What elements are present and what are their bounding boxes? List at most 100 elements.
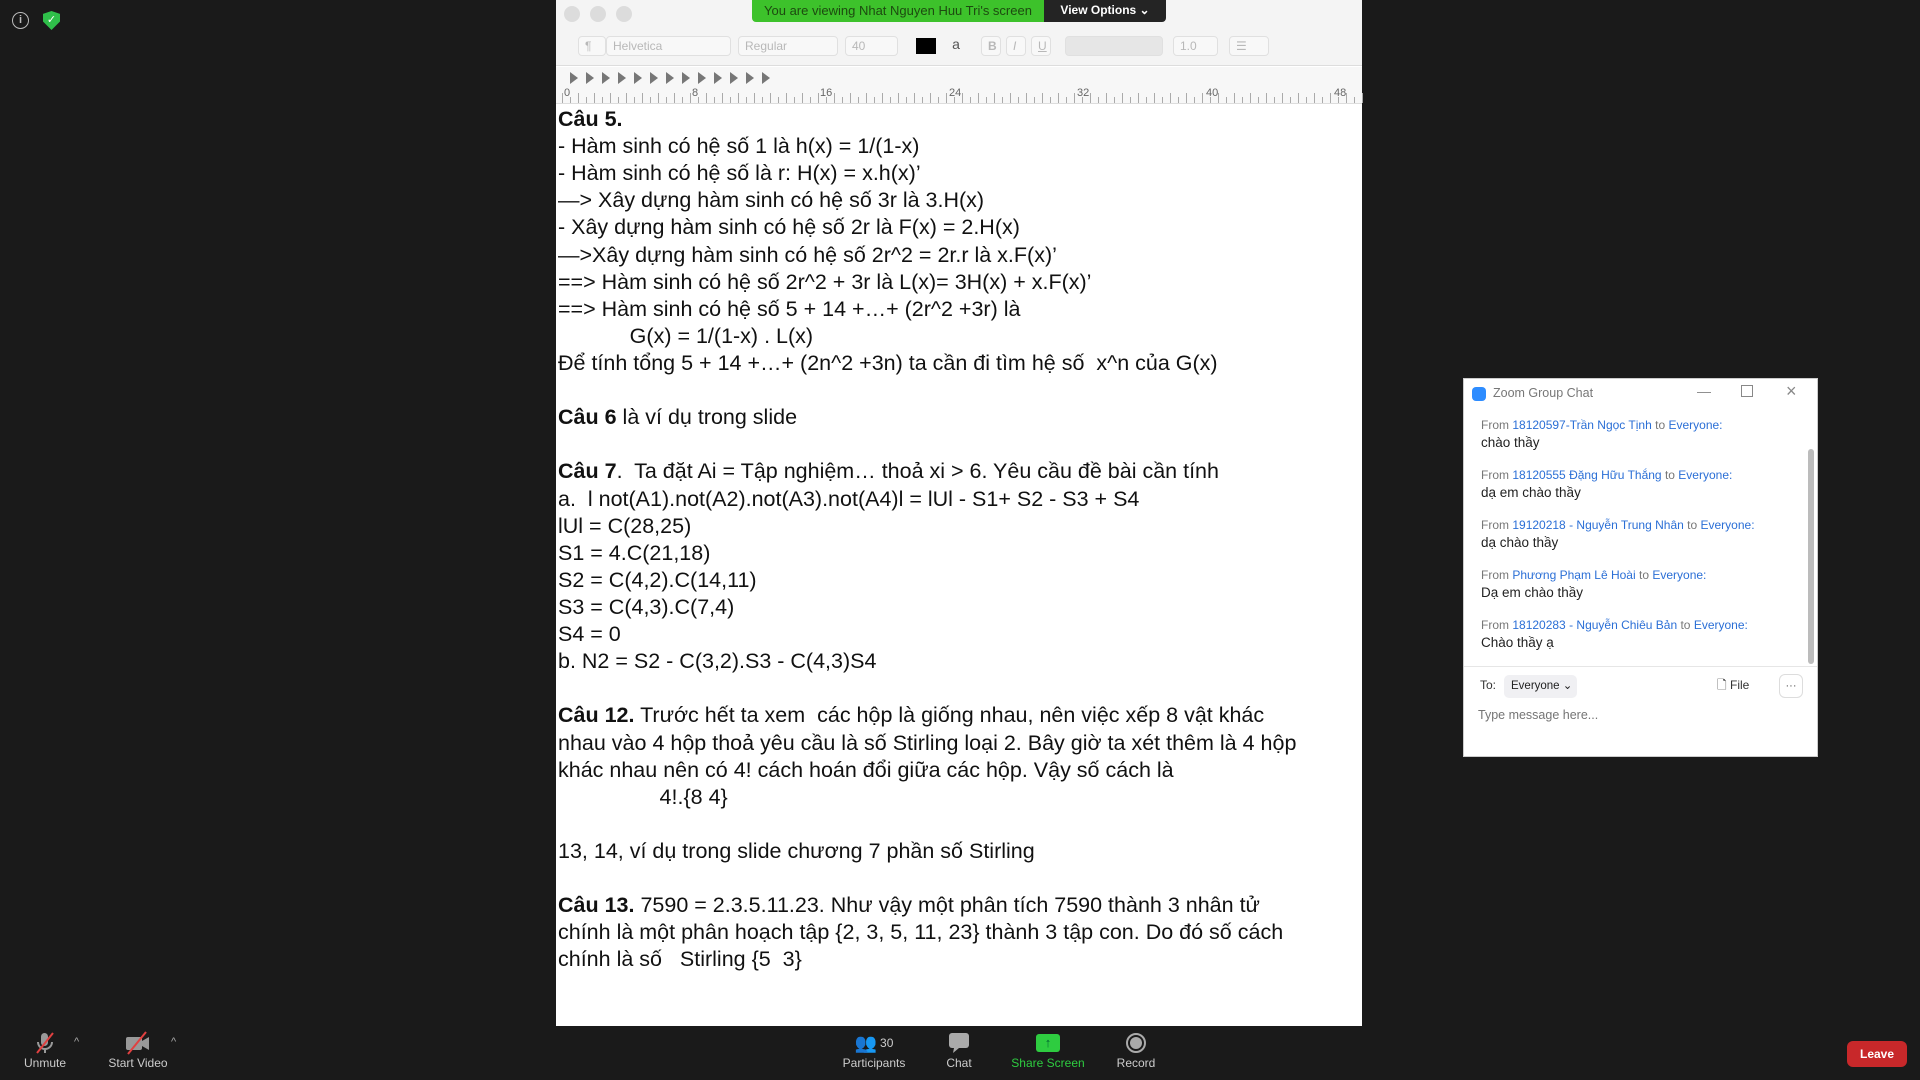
chat-label: Chat [946,1056,972,1070]
ruler-tick [1274,97,1275,103]
bold-button[interactable]: B [981,36,1001,56]
ruler-label: 24 [949,87,962,99]
text-color-swatch[interactable] [916,38,936,54]
record-label: Record [1116,1056,1156,1070]
question-heading: Câu 13. [558,893,635,918]
tab-stop-marker[interactable] [762,72,770,84]
list-style-select[interactable]: ☰ [1229,36,1269,56]
divider [1464,666,1817,667]
zoom-logo-icon [1472,387,1486,401]
sender-name[interactable]: Phương Phạm Lê Hoài [1512,568,1635,582]
document-line: S3 = C(4,3).C(7,4) [558,594,1358,621]
ruler-tick [850,93,851,103]
chat-title-bar[interactable]: Zoom Group Chat — × [1464,379,1817,409]
ruler[interactable]: 0 8 16 24 32 40 48 [556,67,1363,104]
chat-scrollbar[interactable] [1808,449,1814,664]
paragraph-style-select[interactable]: ¶ [578,36,606,56]
sender-name[interactable]: 19120218 - Nguyễn Trung Nhân [1512,518,1683,532]
document-line: - Hàm sinh có hệ số 1 là h(x) = 1/(1-x) [558,133,1358,160]
participants-label: Participants [842,1056,906,1070]
window-close-button[interactable] [564,6,580,22]
message-target[interactable]: Everyone: [1701,518,1755,532]
ruler-tick [1162,97,1163,103]
ruler-tick [802,93,803,103]
font-style-select[interactable]: Regular [738,36,838,56]
line-text: . Ta đặt Ai = Tập nghiệm… thoả xi > 6. Y… [616,459,1219,484]
message-target[interactable]: Everyone: [1652,568,1706,582]
recipient-select[interactable]: Everyone ⌄ [1504,675,1577,698]
tab-stop-marker[interactable] [570,72,578,84]
font-size-select[interactable]: 40 [845,36,898,56]
record-button[interactable]: Record [1096,1030,1176,1070]
ruler-tick [690,93,691,103]
ruler-tick [1290,97,1291,103]
window-minimize-button[interactable] [590,6,606,22]
participant-count: 30 [880,1036,894,1050]
to-label: To: [1480,678,1497,692]
view-options-label: View Options [1060,3,1137,17]
tab-stop-marker[interactable] [746,72,754,84]
window-zoom-button[interactable] [616,6,632,22]
tab-stop-marker[interactable] [650,72,658,84]
chat-message: From 18120597-Trần Ngọc Tịnh to Everyone… [1481,418,1791,450]
tab-stop-marker[interactable] [698,72,706,84]
line-spacing-select[interactable]: 1.0 [1173,36,1218,56]
ruler-tick [986,97,987,103]
leave-button[interactable]: Leave [1847,1041,1907,1067]
alignment-buttons[interactable] [1065,36,1163,56]
message-target[interactable]: Everyone: [1694,618,1748,632]
audio-options-chevron-icon[interactable]: ^ [74,1036,79,1048]
more-options-button[interactable]: ··· [1779,674,1803,698]
message-text: dạ chào thầy [1481,535,1559,550]
highlight-color-icon[interactable]: a [946,36,966,56]
share-screen-button[interactable]: ↑ Share Screen [1008,1030,1088,1070]
video-options-chevron-icon[interactable]: ^ [171,1036,176,1048]
ruler-tick [818,93,819,103]
unmute-button[interactable]: Unmute [5,1030,85,1070]
start-video-button[interactable]: Start Video [98,1030,178,1070]
meeting-info-icon[interactable]: i [12,12,29,29]
ruler-tick [738,93,739,103]
ruler-tick [810,97,811,103]
ruler-tick [858,97,859,103]
document-line: Để tính tổng 5 + 14 +…+ (2n^2 +3n) ta cầ… [558,350,1358,377]
font-family-select[interactable]: Helvetica [606,36,731,56]
ruler-tick [1226,97,1227,103]
minimize-icon[interactable]: — [1697,383,1711,399]
encryption-shield-icon[interactable]: ✓ [43,11,60,30]
tab-stop-marker[interactable] [586,72,594,84]
line-text: là ví dụ trong slide [616,405,798,430]
message-target[interactable]: Everyone: [1678,468,1732,482]
ruler-tick [770,93,771,103]
message-target[interactable]: Everyone: [1668,418,1722,432]
sender-name[interactable]: 18120555 Đặng Hữu Thắng [1512,468,1661,482]
tab-stop-marker[interactable] [618,72,626,84]
sender-name[interactable]: 18120283 - Nguyễn Chiêu Bản [1512,618,1677,632]
close-icon[interactable]: × [1786,381,1797,402]
tab-stop-marker[interactable] [682,72,690,84]
ruler-tick [602,97,603,103]
italic-button[interactable]: I [1006,36,1026,56]
chat-button[interactable]: Chat [919,1030,999,1070]
file-button[interactable]: 🗋 File [1717,676,1749,697]
tab-stop-marker[interactable] [666,72,674,84]
maximize-icon[interactable] [1741,385,1753,397]
ruler-tick [634,97,635,103]
underline-button[interactable]: U [1031,36,1051,56]
document-line: G(x) = 1/(1-x) . L(x) [558,323,1358,350]
participants-button[interactable]: 👥 30 Participants [834,1030,914,1071]
from-label: From [1481,468,1513,482]
sender-name[interactable]: 18120597-Trần Ngọc Tịnh [1512,418,1651,432]
chat-message-input[interactable] [1478,705,1798,725]
tab-stop-marker[interactable] [602,72,610,84]
tab-stop-marker[interactable] [634,72,642,84]
tab-stop-marker[interactable] [730,72,738,84]
tab-stop-marker[interactable] [714,72,722,84]
ruler-tick [1146,97,1147,103]
document-body[interactable]: Câu 5. - Hàm sinh có hệ số 1 là h(x) = 1/… [558,106,1358,974]
ruler-tick [1002,97,1003,103]
ruler-tick [1234,93,1235,103]
view-options-button[interactable]: View Options ⌄ [1044,0,1166,22]
